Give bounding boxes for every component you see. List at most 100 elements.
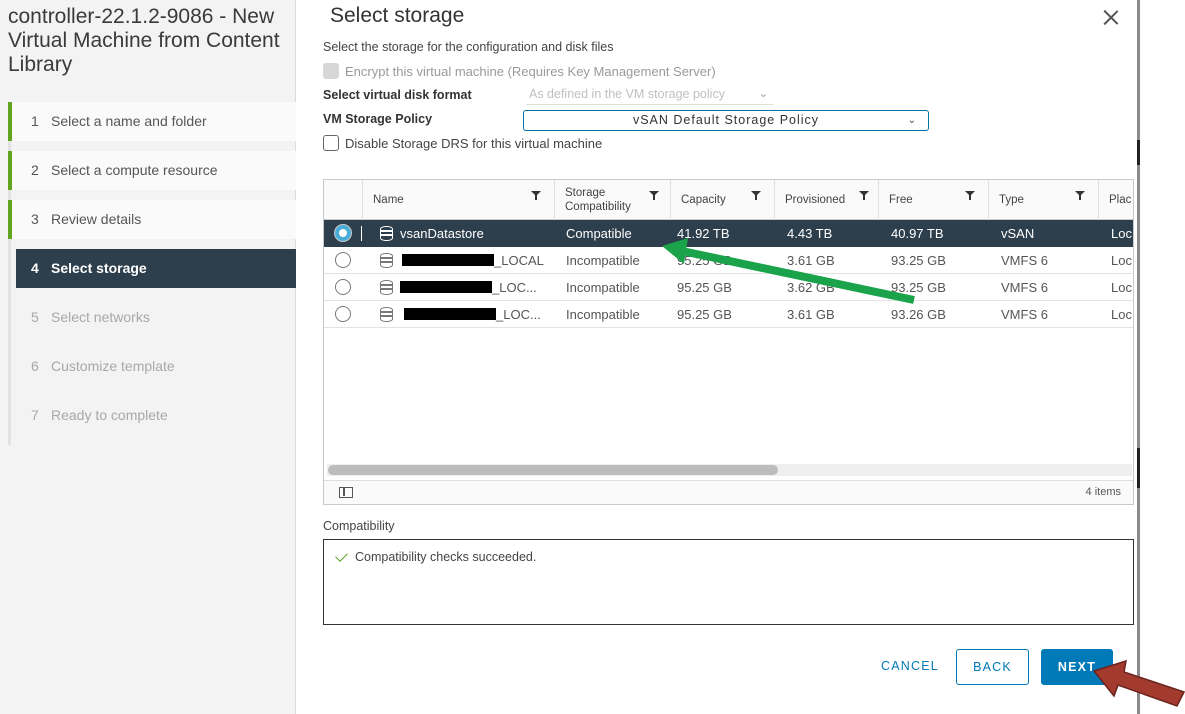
cell-place: Loc [1111, 307, 1132, 322]
step-number: 6 [31, 358, 39, 374]
datastore-icon [380, 280, 393, 295]
filter-icon[interactable] [751, 191, 761, 201]
cell-compatibility: Incompatible [566, 253, 640, 268]
cell-type: vSAN [1001, 226, 1035, 241]
chevron-down-icon: ⌄ [758, 88, 768, 100]
column-header-capacity[interactable]: Capacity [670, 180, 774, 220]
datastore-grid-body: Name Storage Compatibility Capacity Prov… [324, 180, 1133, 462]
column-header-type[interactable]: Type [988, 180, 1098, 220]
step-number: 2 [31, 162, 39, 178]
table-row[interactable]: _LOCAL Incompatible 95.25 GB 3.61 GB 93.… [324, 247, 1133, 274]
column-header-free[interactable]: Free [878, 180, 988, 220]
filter-icon[interactable] [649, 191, 659, 201]
items-count: 4 items [1085, 486, 1121, 498]
cell-type: VMFS 6 [1001, 253, 1048, 268]
back-button[interactable]: BACK [956, 649, 1029, 685]
cell-name: _LOCAL [494, 253, 544, 268]
column-header-provisioned[interactable]: Provisioned [774, 180, 878, 220]
column-header-place[interactable]: Plac [1098, 180, 1133, 220]
cell-provisioned: 4.43 TB [787, 226, 833, 241]
column-header-label: Name [373, 194, 404, 206]
close-icon[interactable] [1102, 8, 1120, 26]
cell-free: 93.25 GB [891, 253, 946, 268]
row-select-radio[interactable] [335, 225, 351, 241]
step-label: Select a name and folder [51, 113, 207, 129]
cell-compatibility: Compatible [566, 226, 632, 241]
horizontal-scrollbar[interactable] [327, 464, 1132, 476]
disable-drs-option[interactable]: Disable Storage DRS for this virtual mac… [323, 135, 602, 151]
step-number: 7 [31, 407, 39, 423]
row-select-radio[interactable] [335, 252, 351, 268]
window-edge-shadow [1137, 140, 1140, 165]
datastore-grid: Name Storage Compatibility Capacity Prov… [323, 179, 1134, 505]
cell-name: _LOC... [496, 307, 541, 322]
cell-type: VMFS 6 [1001, 280, 1048, 295]
cell-capacity: 41.92 TB [677, 226, 730, 241]
step-select-compute-resource[interactable]: 2 Select a compute resource [8, 151, 296, 190]
wizard-title: controller-22.1.2-9086 - New Virtual Mac… [8, 5, 280, 76]
column-header-label: Storage Compatibility [565, 187, 631, 213]
storage-policy-value: vSAN Default Storage Policy [632, 113, 820, 127]
cell-provisioned: 3.61 GB [787, 307, 835, 322]
compatibility-box: Compatibility checks succeeded. [323, 539, 1134, 625]
window-edge-shadow [1137, 448, 1140, 488]
step-label: Select storage [51, 260, 147, 276]
step-label: Review details [51, 211, 142, 227]
table-row[interactable]: _LOC... Incompatible 95.25 GB 3.61 GB 93… [324, 301, 1133, 328]
step-customize-template: 6 Customize template [8, 347, 296, 386]
table-row[interactable]: vsanDatastore Compatible 41.92 TB 4.43 T… [324, 220, 1133, 247]
step-review-details[interactable]: 3 Review details [8, 200, 296, 239]
wizard-window: controller-22.1.2-9086 - New Virtual Mac… [0, 0, 1185, 714]
cell-free: 93.26 GB [891, 307, 946, 322]
disable-drs-checkbox[interactable] [323, 135, 339, 151]
datastore-icon [380, 226, 393, 241]
cell-place: Loc [1111, 280, 1132, 295]
scrollbar-thumb[interactable] [328, 465, 778, 475]
storage-policy-select[interactable]: vSAN Default Storage Policy ⌄ [523, 110, 929, 131]
redaction-bar [402, 254, 494, 266]
filter-icon[interactable] [531, 191, 541, 201]
column-header-compatibility[interactable]: Storage Compatibility [554, 180, 670, 220]
wizard-steps: 1 Select a name and folder 2 Select a comp… [8, 102, 296, 445]
cell-capacity: 95.25 GB [677, 307, 732, 322]
dialog-subtitle: Select the storage for the configuration… [323, 40, 614, 54]
dialog-content: Select storage Select the storage for th… [297, 0, 1140, 714]
row-select-radio[interactable] [335, 279, 351, 295]
grid-footer: 4 items [324, 480, 1133, 504]
step-number: 4 [31, 260, 39, 276]
cell-type: VMFS 6 [1001, 307, 1048, 322]
cell-free: 93.25 GB [891, 280, 946, 295]
column-toggle-icon[interactable] [339, 487, 353, 498]
cell-compatibility: Incompatible [566, 280, 640, 295]
row-select-radio[interactable] [335, 306, 351, 322]
table-row[interactable]: _LOC... Incompatible 95.25 GB 3.62 GB 93… [324, 274, 1133, 301]
redaction-bar [400, 281, 492, 293]
cell-name: _LOC... [492, 280, 537, 295]
datastore-icon [380, 253, 393, 268]
cancel-button[interactable]: CANCEL [875, 649, 945, 685]
step-number: 3 [31, 211, 39, 227]
encrypt-vm-option: Encrypt this virtual machine (Requires K… [323, 63, 716, 79]
cell-capacity: 95.25 GB [677, 253, 732, 268]
filter-icon[interactable] [859, 191, 869, 201]
encrypt-vm-label: Encrypt this virtual machine (Requires K… [345, 63, 716, 79]
disk-format-label: Select virtual disk format [323, 88, 472, 102]
step-select-storage[interactable]: 4 Select storage [16, 249, 296, 288]
column-header-name[interactable]: Name [362, 180, 554, 220]
filter-icon[interactable] [1075, 191, 1085, 201]
step-select-name-folder[interactable]: 1 Select a name and folder [8, 102, 296, 141]
disable-drs-label: Disable Storage DRS for this virtual mac… [345, 135, 603, 151]
check-icon [335, 549, 348, 562]
cell-capacity: 95.25 GB [677, 280, 732, 295]
disk-format-select: As defined in the VM storage policy ⌄ [526, 85, 774, 105]
disk-format-value: As defined in the VM storage policy [529, 87, 725, 101]
compatibility-label: Compatibility [323, 519, 395, 533]
step-label: Customize template [51, 358, 175, 374]
step-number: 1 [31, 113, 39, 129]
redaction-bar [404, 308, 496, 320]
step-number: 5 [31, 309, 39, 325]
cell-place: Loc [1111, 253, 1132, 268]
column-header-label: Plac [1109, 194, 1132, 206]
filter-icon[interactable] [965, 191, 975, 201]
next-button[interactable]: NEXT [1041, 649, 1113, 685]
